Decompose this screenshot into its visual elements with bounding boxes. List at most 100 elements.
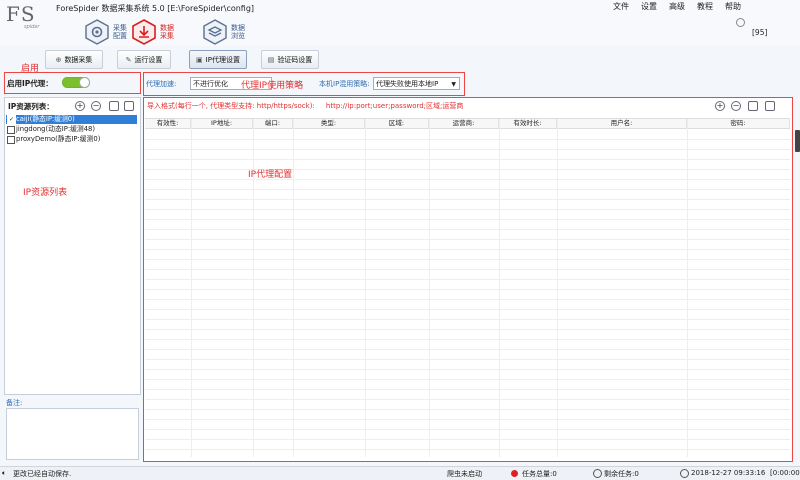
grid-row-line: [145, 439, 790, 440]
status-bar: 🔈︎ 更改已经自动保存. 爬虫未启动 任务总量:0 剩余任务:0 2018-12…: [0, 466, 800, 480]
stopped-indicator-icon: [511, 470, 518, 477]
menu-help[interactable]: 帮助: [725, 1, 741, 12]
lock-icon: ▣: [196, 55, 203, 64]
proxy-table-body[interactable]: [145, 118, 790, 457]
notes-label: 备注:: [6, 399, 23, 407]
notes-textarea[interactable]: [6, 408, 139, 460]
checkbox[interactable]: [7, 136, 15, 144]
strategy-annotation: 代理IP使用策略: [241, 81, 304, 91]
enable-proxy-label: 启用IP代理：: [7, 79, 53, 88]
gear-hex-icon: [85, 19, 109, 45]
grid-row-line: [145, 299, 790, 300]
grid-row-line: [145, 339, 790, 340]
captcha-settings-button-label: 验证码设置: [277, 55, 313, 64]
grid-row-line: [145, 329, 790, 330]
run-settings-button[interactable]: ✎ 运行设置: [117, 50, 171, 69]
grid-row-line: [145, 279, 790, 280]
config-annotation: IP代理配置: [248, 170, 293, 180]
grid-row-line: [145, 419, 790, 420]
grid-row-line: [145, 159, 790, 160]
nav-data-collect-label: 数据 采集: [160, 24, 174, 40]
grid-row-line: [145, 289, 790, 290]
grid-row-line: [145, 409, 790, 410]
task-remaining: 剩余任务:0: [604, 470, 639, 478]
nav-data-browse[interactable]: 数据 浏览: [202, 19, 274, 45]
remove-icon[interactable]: −: [91, 101, 101, 111]
grid-row-line: [145, 229, 790, 230]
checkbox[interactable]: [7, 126, 15, 134]
grid-row-line: [145, 189, 790, 190]
grid-row-line: [145, 379, 790, 380]
toggle-knob: [79, 77, 90, 88]
add-icon[interactable]: +: [75, 101, 85, 111]
remaining-icon: [593, 469, 602, 478]
grid-row-line: [145, 399, 790, 400]
list-item[interactable]: jingdong(动态IP:缓测48): [6, 125, 137, 134]
grid-row-line: [145, 179, 790, 180]
local-ip-select[interactable]: 代理失败使用本地IP ▼: [373, 77, 460, 90]
wrench-icon: ✎: [125, 55, 132, 64]
grid-row-line: [145, 149, 790, 150]
ip-proxy-settings-button[interactable]: ▣ IP代理设置: [189, 50, 247, 69]
grid-row-line: [145, 209, 790, 210]
captcha-icon: ▤: [267, 55, 275, 64]
captcha-settings-button[interactable]: ▤ 验证码设置: [261, 50, 319, 69]
list-item-label: proxyDemo(静态IP:缓测0): [16, 135, 101, 143]
proxy-strategy-box: 代理加速: 不进行优化 代理IP使用策略 本机IP混用策略: 代理失败使用本地I…: [143, 72, 465, 96]
grid-row-line: [145, 359, 790, 360]
export-icon[interactable]: [765, 101, 775, 111]
task-total: 任务总量:0: [522, 470, 557, 478]
grid-row-line: [145, 389, 790, 390]
list-item-label: jingdong(动态IP:缓测48): [16, 125, 96, 133]
add-row-icon[interactable]: +: [715, 101, 725, 111]
nav-collect-config-label: 采集 配置: [113, 24, 127, 40]
save-icon[interactable]: [124, 101, 134, 111]
download-hex-icon: [132, 19, 156, 45]
grid-row-line: [145, 269, 790, 270]
list-item[interactable]: ✓ caiji(静态IP:缓测0): [6, 115, 137, 124]
accel-select-value: 不进行优化: [193, 80, 228, 88]
grid-row-line: [145, 319, 790, 320]
grid-row-line: [145, 309, 790, 310]
chevron-down-icon: ▼: [451, 81, 456, 88]
ip-list-panel: IP资源列表： + − ✓ caiji(静态IP:缓测0) jingdong(动…: [4, 97, 141, 395]
edit-icon[interactable]: [109, 101, 119, 111]
menu-settings[interactable]: 设置: [641, 1, 657, 12]
autosave-status: 更改已经自动保存.: [13, 470, 72, 478]
menu-advanced[interactable]: 高级: [669, 1, 685, 12]
nav-data-collect[interactable]: 数据 采集: [131, 19, 203, 45]
menu-file[interactable]: 文件: [613, 1, 629, 12]
local-ip-select-value: 代理失败使用本地IP: [376, 80, 439, 88]
enable-proxy-toggle[interactable]: [62, 77, 90, 88]
local-ip-label: 本机IP混用策略:: [319, 80, 370, 88]
menu-tutorial[interactable]: 教程: [697, 1, 713, 12]
ip-proxy-settings-button-label: IP代理设置: [205, 55, 240, 64]
import-icon[interactable]: [748, 101, 758, 111]
data-collect-button[interactable]: ⊕ 数据采集: [45, 50, 103, 69]
grid-row-line: [145, 259, 790, 260]
app-logo-sub: spider: [24, 24, 40, 30]
clock-icon: [680, 469, 689, 478]
grid-row-line: [145, 219, 790, 220]
checkbox-checked[interactable]: ✓: [7, 115, 16, 124]
crawler-status: 爬虫未启动: [447, 470, 482, 478]
list-item-label: caiji(静态IP:缓测0): [16, 115, 75, 123]
nav-data-browse-label: 数据 浏览: [231, 24, 245, 40]
import-format-hint: 导入格式(每行一个, 代理类型支持: http/https/sock): htt…: [147, 102, 464, 110]
grid-row-line: [145, 139, 790, 140]
run-settings-button-label: 运行设置: [134, 55, 163, 64]
task-counter: [95]: [752, 28, 768, 37]
grid-row-line: [145, 349, 790, 350]
list-item[interactable]: proxyDemo(静态IP:缓测0): [6, 135, 137, 144]
grid-row-line: [145, 429, 790, 430]
status-circle-icon[interactable]: [736, 18, 745, 27]
grid-row-line: [145, 369, 790, 370]
window-title: ForeSpider 数据采集系统 5.0 [E:\ForeSpider\con…: [56, 4, 255, 13]
side-handle[interactable]: [795, 130, 800, 152]
grid-row-line: [145, 239, 790, 240]
accel-label: 代理加速:: [146, 80, 177, 88]
remove-row-icon[interactable]: −: [731, 101, 741, 111]
download-icon: ⊕: [55, 55, 62, 64]
enable-proxy-box: 启用IP代理：: [4, 72, 141, 94]
elapsed-time: [0:00:00: [770, 469, 800, 477]
